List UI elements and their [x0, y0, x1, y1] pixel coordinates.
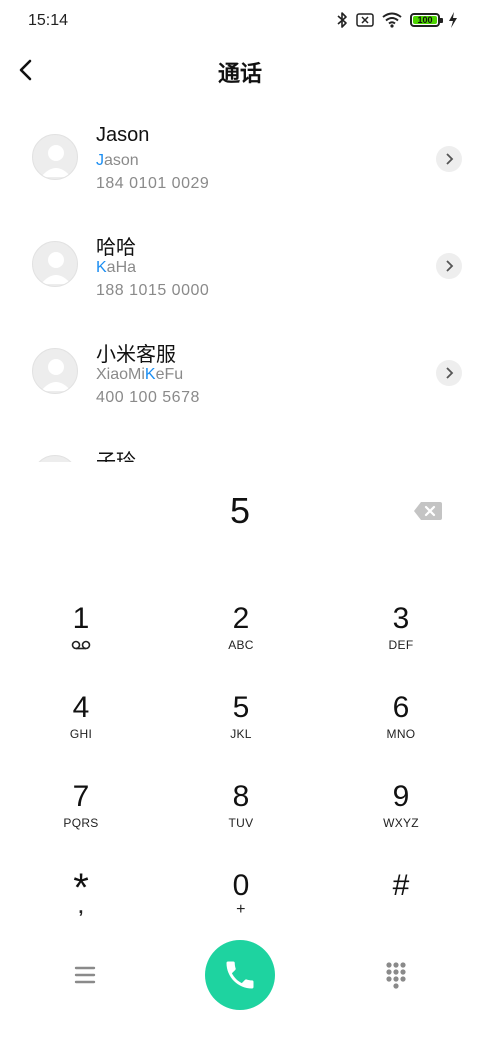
contact-item[interactable]: Jason Jason 184 0101 0029	[0, 112, 480, 212]
key-letters: MNO	[386, 727, 416, 741]
call-button[interactable]	[205, 940, 275, 1010]
key-letters: DEF	[388, 638, 414, 652]
key-digit: 5	[232, 691, 250, 724]
sim-off-icon	[356, 13, 374, 27]
contact-name: 子玲	[96, 451, 136, 462]
contact-item[interactable]: 哈哈 KaHa 188 1015 0000	[0, 219, 480, 319]
typed-number: 5	[229, 490, 251, 531]
dial-display: 5	[0, 484, 480, 544]
key-4[interactable]: 4 GHI	[26, 691, 136, 771]
key-letters: WXYZ	[383, 816, 419, 830]
pinyin-match: K	[144, 366, 156, 383]
key-digit: 0	[232, 869, 250, 902]
wifi-icon	[382, 12, 402, 28]
contact-number: 400 100 5678	[96, 389, 200, 406]
status-bar: 15:14 100	[0, 0, 480, 42]
key-digit: 8	[232, 780, 250, 813]
voicemail-icon	[71, 640, 91, 650]
key-digit: 4	[72, 691, 90, 724]
menu-icon	[74, 966, 96, 984]
header: 通话	[0, 44, 480, 96]
key-digit: 6	[392, 691, 410, 724]
bottom-bar	[0, 940, 480, 1010]
contact-number: 188 1015 0000	[96, 282, 210, 299]
chevron-right-icon	[446, 260, 454, 272]
key-letters: JKL	[230, 727, 252, 741]
dialpad-icon	[386, 962, 406, 989]
key-digit: #	[392, 869, 410, 902]
key-letters: GHI	[69, 727, 93, 741]
chevron-right-icon	[446, 153, 454, 165]
key-digit: 3	[392, 602, 410, 635]
contact-item[interactable]: 小米客服 XiaoMiKeFu 400 100 5678	[0, 326, 480, 426]
page-title: 通话	[217, 61, 262, 86]
phone-icon	[226, 961, 254, 989]
key-3[interactable]: 3 DEF	[346, 602, 456, 682]
key-8[interactable]: 8 TUV	[186, 780, 296, 860]
bluetooth-icon	[337, 12, 347, 28]
contact-pinyin: KaHa	[96, 259, 137, 276]
key-star[interactable]: * ,	[26, 868, 136, 949]
contact-detail-button[interactable]	[436, 253, 462, 279]
key-letters: TUV	[228, 816, 254, 830]
contact-name: 哈哈	[96, 237, 136, 259]
battery-icon: 100	[410, 13, 443, 27]
key-5[interactable]: 5 JKL	[186, 691, 296, 771]
avatar	[32, 134, 78, 180]
key-letters: +	[236, 901, 246, 918]
status-time: 15:14	[28, 12, 69, 29]
battery-level: 100	[417, 15, 433, 25]
key-1[interactable]: 1	[26, 602, 136, 682]
key-7[interactable]: 7 PQRS	[26, 780, 136, 860]
avatar	[32, 348, 78, 394]
contact-name: 小米客服	[96, 344, 176, 366]
contact-detail-button[interactable]	[436, 146, 462, 172]
key-letters: ABC	[228, 638, 254, 652]
key-digit: 2	[232, 602, 250, 635]
menu-button[interactable]	[70, 962, 100, 988]
dialpad-toggle-button[interactable]	[382, 960, 410, 990]
key-letters: PQRS	[63, 816, 99, 830]
key-digit: 7	[72, 780, 90, 813]
contact-name: Jason	[96, 124, 150, 146]
avatar	[32, 241, 78, 287]
contact-number: 184 0101 0029	[96, 175, 210, 192]
key-2[interactable]: 2 ABC	[186, 602, 296, 682]
key-0[interactable]: 0 +	[186, 869, 296, 949]
status-icons: 100	[336, 11, 458, 29]
backspace-icon	[414, 502, 442, 520]
avatar	[32, 455, 78, 462]
backspace-button[interactable]	[413, 501, 443, 521]
key-digit: 1	[72, 602, 90, 635]
key-letters: ,	[78, 897, 84, 917]
contact-pinyin: XiaoMiKeFu	[96, 366, 184, 383]
pinyin-match: K	[96, 259, 107, 276]
key-9[interactable]: 9 WXYZ	[346, 780, 456, 860]
contact-list: Jason Jason 184 0101 0029 哈哈 KaHa 188 10…	[0, 112, 480, 462]
key-6[interactable]: 6 MNO	[346, 691, 456, 771]
key-digit: 9	[392, 780, 410, 813]
contact-item[interactable]: 子玲	[0, 433, 480, 462]
charging-icon	[449, 12, 457, 28]
key-pound[interactable]: #	[346, 869, 456, 949]
contact-pinyin: Jason	[96, 152, 139, 169]
contact-detail-button[interactable]	[436, 360, 462, 386]
chevron-right-icon	[446, 367, 454, 379]
pinyin-match: J	[96, 152, 104, 169]
